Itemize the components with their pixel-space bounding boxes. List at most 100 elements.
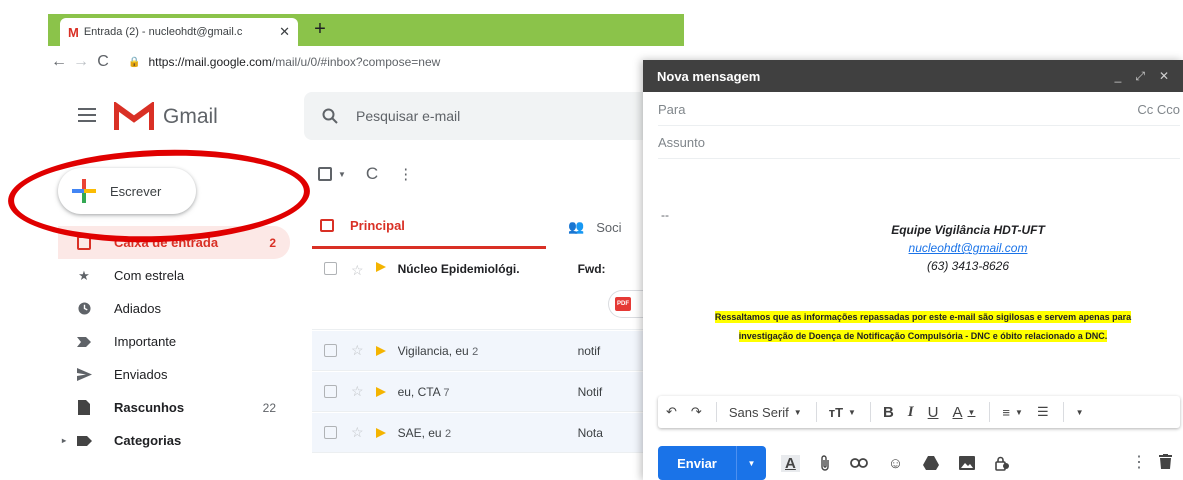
insert-link-icon[interactable] bbox=[849, 458, 868, 468]
search-bar[interactable]: Pesquisar e-mail bbox=[304, 92, 646, 140]
align-icon[interactable]: ≡ ▼ bbox=[1002, 405, 1023, 420]
notice-text: Ressaltamos que as informações repassada… bbox=[714, 311, 1132, 323]
numbered-list-icon[interactable]: ☰ bbox=[1037, 404, 1049, 420]
important-icon bbox=[76, 336, 92, 347]
send-label: Enviar bbox=[677, 455, 717, 471]
schedule-send-dropdown-icon[interactable]: ▼ bbox=[737, 459, 766, 468]
expand-icon[interactable]: ⤢ bbox=[1135, 69, 1145, 84]
new-tab-button[interactable]: + bbox=[308, 18, 332, 42]
sidebar-nav: Caixa de entrada 2 ★ Com estrela Adiados… bbox=[58, 226, 290, 457]
select-all-checkbox[interactable] bbox=[318, 167, 332, 181]
formatting-options-icon[interactable]: A bbox=[781, 454, 800, 472]
back-arrow-icon[interactable]: ← bbox=[48, 53, 70, 71]
minimize-icon[interactable]: _ bbox=[1115, 69, 1122, 83]
undo-icon[interactable]: ↶ bbox=[666, 404, 677, 420]
confidential-mode-icon[interactable] bbox=[995, 456, 1010, 471]
sidebar-item-drafts[interactable]: Rascunhos 22 bbox=[58, 391, 290, 424]
to-field[interactable]: Para Cc Cco bbox=[658, 93, 1180, 126]
sidebar-item-sent[interactable]: Enviados bbox=[58, 358, 290, 391]
email-row[interactable]: ☆ eu, CTA 7 Notif bbox=[312, 372, 648, 412]
cc-bcc-links[interactable]: Cc Cco bbox=[1137, 102, 1180, 117]
people-icon: 👥 bbox=[568, 219, 585, 234]
row-checkbox[interactable] bbox=[324, 344, 337, 357]
row-checkbox[interactable] bbox=[324, 385, 337, 398]
important-marker-icon[interactable] bbox=[375, 386, 386, 397]
inbox-icon bbox=[320, 219, 334, 232]
tab-principal[interactable]: Principal bbox=[312, 205, 546, 249]
discard-draft-icon[interactable] bbox=[1159, 454, 1172, 469]
tab-social[interactable]: 👥 Soci bbox=[568, 205, 648, 249]
subject-field[interactable]: Assunto bbox=[658, 126, 1180, 159]
important-marker-icon[interactable] bbox=[375, 345, 386, 356]
attach-file-icon[interactable] bbox=[820, 455, 830, 471]
signature-email-link[interactable]: nucleohdt@gmail.com bbox=[743, 241, 1183, 255]
thread-count: 2 bbox=[472, 345, 479, 358]
close-icon[interactable]: ✕ bbox=[1159, 69, 1169, 83]
list-toolbar: ▼ C ⋮ bbox=[318, 160, 648, 188]
email-sender: eu, CTA 7 bbox=[398, 385, 578, 399]
reload-icon[interactable]: C bbox=[92, 53, 114, 71]
sidebar-item-label: Categorias bbox=[114, 433, 182, 448]
sidebar-item-count: 2 bbox=[269, 235, 276, 250]
font-size-button[interactable]: тT ▼ bbox=[829, 405, 856, 420]
bold-icon[interactable]: B bbox=[883, 404, 894, 421]
signature-separator: -- bbox=[661, 208, 669, 222]
sidebar-item-starred[interactable]: ★ Com estrela bbox=[58, 259, 290, 292]
email-subject: Notif bbox=[577, 384, 603, 399]
toolbar-divider bbox=[1062, 402, 1064, 422]
font-family-value: Sans Serif bbox=[728, 404, 789, 420]
email-row[interactable]: ☆ Núcleo Epidemiológi. Fwd: bbox=[312, 250, 648, 330]
compose-header[interactable]: Nova mensagem _ ⤢ ✕ bbox=[643, 60, 1183, 92]
sidebar-item-label: Adiados bbox=[114, 301, 161, 316]
sidebar-item-snoozed[interactable]: Adiados bbox=[58, 292, 290, 325]
forward-arrow-icon[interactable]: → bbox=[70, 53, 92, 71]
star-icon[interactable]: ☆ bbox=[351, 262, 364, 279]
drive-icon[interactable] bbox=[923, 456, 940, 470]
email-row[interactable]: ☆ SAE, eu 2 Nota bbox=[312, 413, 648, 453]
toolbar-divider bbox=[715, 402, 717, 422]
attachment-chip[interactable]: PDF bbox=[608, 290, 648, 318]
row-checkbox[interactable] bbox=[324, 262, 337, 275]
important-marker-icon[interactable] bbox=[375, 427, 386, 438]
font-family-select[interactable]: Sans Serif ▼ bbox=[729, 405, 802, 420]
insert-photo-icon[interactable] bbox=[959, 456, 976, 470]
send-button[interactable]: Enviar ▼ bbox=[658, 446, 766, 480]
emoji-icon[interactable]: ☺ bbox=[888, 455, 903, 472]
sidebar-item-label: Com estrela bbox=[114, 268, 185, 283]
sidebar-item-label: Enviados bbox=[114, 367, 168, 382]
star-icon[interactable]: ☆ bbox=[351, 342, 364, 359]
star-icon[interactable]: ☆ bbox=[351, 424, 364, 441]
important-marker-icon[interactable] bbox=[375, 262, 386, 272]
star-icon[interactable]: ☆ bbox=[351, 383, 364, 400]
confidentiality-notice-line: investigação de Doença de Notificação Co… bbox=[663, 330, 1183, 342]
email-subject: notif bbox=[577, 343, 601, 358]
refresh-icon[interactable]: C bbox=[366, 164, 378, 184]
email-row[interactable]: ☆ Vigilancia, eu 2 notif bbox=[312, 331, 648, 371]
thread-count: 2 bbox=[444, 427, 452, 440]
thread-count: 7 bbox=[443, 386, 450, 399]
subject-placeholder: Assunto bbox=[658, 134, 705, 150]
expand-caret-icon[interactable]: ▸ bbox=[62, 436, 66, 445]
compose-title: Nova mensagem bbox=[657, 68, 761, 84]
text-color-icon[interactable]: A ▼ bbox=[952, 404, 975, 421]
close-tab-icon[interactable]: ✕ bbox=[279, 24, 290, 40]
pdf-icon: PDF bbox=[615, 297, 631, 311]
select-dropdown-icon[interactable]: ▼ bbox=[338, 170, 346, 179]
sidebar-item-label: Rascunhos bbox=[114, 400, 185, 415]
gmail-logo-icon[interactable] bbox=[114, 102, 154, 132]
underline-icon[interactable]: U bbox=[928, 404, 939, 421]
italic-icon[interactable]: I bbox=[908, 404, 914, 421]
more-vertical-icon[interactable]: ⋮ bbox=[398, 165, 413, 183]
main-menu-icon[interactable] bbox=[78, 108, 96, 124]
search-icon[interactable] bbox=[322, 108, 338, 124]
sidebar-item-categories[interactable]: ▸ Categorias bbox=[58, 424, 290, 457]
row-checkbox[interactable] bbox=[324, 426, 337, 439]
url-field[interactable]: 🔒 https://mail.google.com /mail/u/0/#inb… bbox=[128, 49, 684, 75]
more-options-icon[interactable]: ⋮ bbox=[1131, 452, 1147, 472]
sender-name: SAE, eu bbox=[397, 425, 442, 440]
browser-tab[interactable]: M Entrada (2) - nucleohdt@gmail.c ✕ bbox=[60, 18, 298, 46]
confidentiality-notice-line: Ressaltamos que as informações repassada… bbox=[663, 311, 1183, 323]
more-formatting-icon[interactable]: ▼ bbox=[1076, 408, 1084, 417]
redo-icon[interactable]: ↷ bbox=[691, 404, 702, 420]
sidebar-item-important[interactable]: Importante bbox=[58, 325, 290, 358]
